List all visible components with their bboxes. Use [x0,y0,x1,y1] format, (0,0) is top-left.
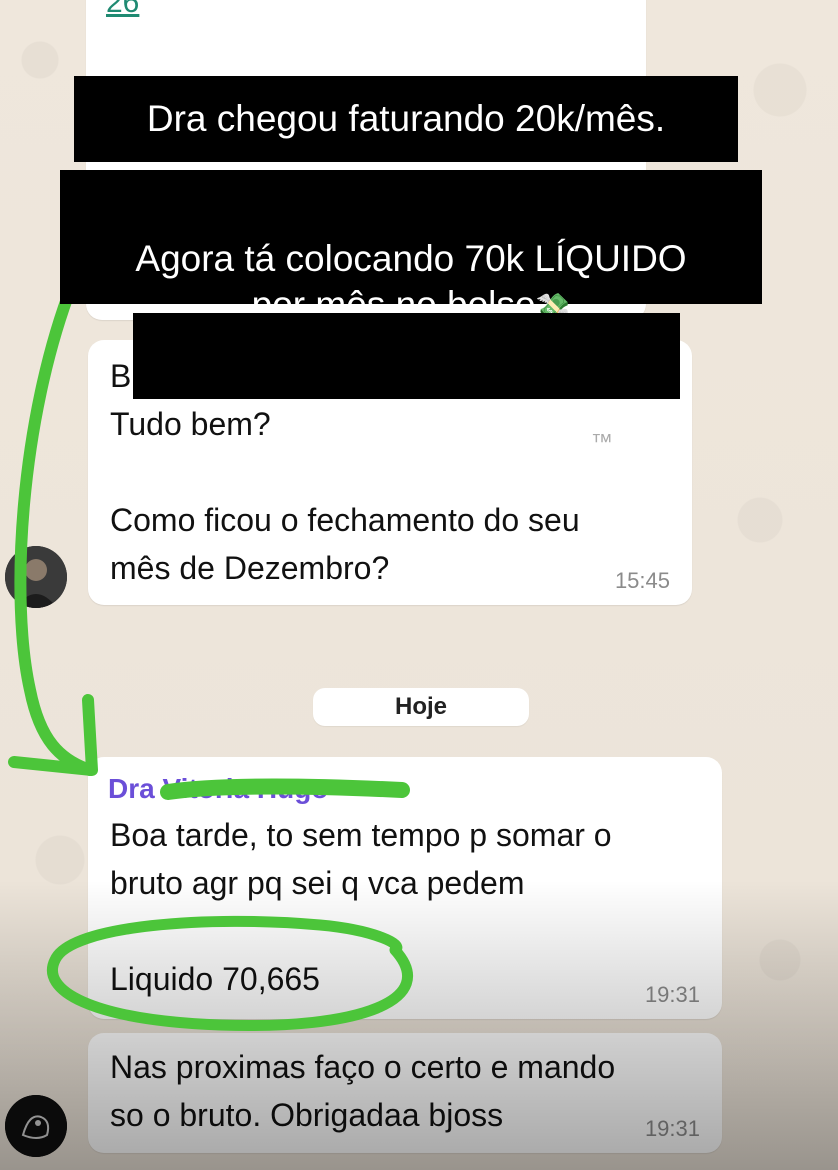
message-time: 15:45 [614,568,670,593]
date-divider: Hoje [313,688,529,726]
incoming-reply-bubble: Dra Vitoria Hugo Boa tarde, to sem tempo… [88,757,722,1019]
contact-avatar[interactable] [5,546,67,608]
message-text: Nas proximas faço o certo e mando so o b… [110,1049,616,1133]
message-time: 19:31 [644,1116,700,1141]
caption-line-3-text: Isso é Clínica do Futuro [200,429,591,471]
incoming-followup-bubble: Nas proximas faço o certo e mando so o b… [88,1033,722,1153]
message-time: 19:31 [644,982,700,1007]
sender-name[interactable]: Dra Vitoria Hugo [108,773,328,805]
logo-avatar-icon [5,1095,67,1157]
caption-line-3: Isso é Clínica do Futuro™ [133,313,680,470]
caption-line-1: Dra chegou faturando 20k/mês. [74,76,738,162]
caption-line-2: Agora tá colocando 70k LÍQUIDO por mês n… [60,170,762,325]
contact-avatar[interactable] [5,1095,67,1157]
message-link[interactable]: 26 [106,0,139,18]
trademark-symbol: ™ [590,429,613,454]
person-photo-icon [5,546,67,608]
